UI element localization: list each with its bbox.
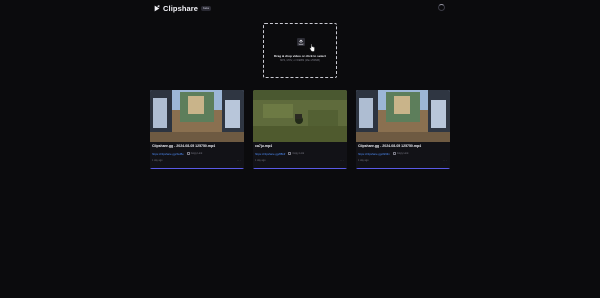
copy-link-label: Copy Link [190,152,203,155]
upload-icon [297,38,305,46]
copy-link-label: Copy Link [396,152,409,155]
video-thumbnail[interactable] [253,90,347,142]
more-options-icon[interactable]: ··· [340,158,344,162]
link-row: https://clipshare.gg/4wf8e Copy Link [152,151,202,156]
video-link[interactable]: https://clipshare.gg/88kfr [255,152,285,156]
video-card[interactable]: Clipshare.gg - 2024-08-05 125750.mp4 htt… [150,90,244,169]
copy-icon [392,152,396,155]
copy-link-button[interactable]: Copy Link [186,152,203,155]
copy-link-button[interactable]: Copy Link [288,152,304,155]
video-link[interactable]: https://clipshare.gg/2k9fm [358,152,390,156]
card-accent-line [150,168,244,169]
video-title: ca7ju.mp4 [255,144,273,148]
video-age: 1 day ago [152,159,163,162]
video-thumbnail[interactable] [150,90,244,142]
app-name: Clipshare [163,4,199,13]
video-thumbnail[interactable] [356,90,450,142]
video-title: Clipshare.gg - 2024-08-05 125750.mp4 [152,144,216,148]
upload-title: Drag & drop video or click to select [274,54,326,58]
hand-cursor-icon [309,44,315,52]
copy-link-label: Copy Link [292,152,305,155]
video-age: 1 day ago [255,159,266,162]
link-row: https://clipshare.gg/2k9fm Copy Link [358,151,408,156]
video-link[interactable]: https://clipshare.gg/4wf8e [152,152,184,156]
card-accent-line [356,168,450,169]
clipshare-logo-icon [154,5,160,12]
copy-link-button[interactable]: Copy Link [392,152,409,155]
loading-spinner-icon [438,4,445,11]
upload-dropzone[interactable]: Drag & drop video or click to select MP4… [263,23,337,78]
beta-badge: beta [201,6,211,11]
video-card[interactable]: Clipshare.gg - 2024-08-05 125750.mp4 htt… [356,90,450,169]
more-options-icon[interactable]: ··· [443,158,447,162]
video-title: Clipshare.gg - 2024-08-05 125750.mp4 [358,144,422,148]
link-row: https://clipshare.gg/88kfr Copy Link [255,151,304,156]
top-header: Clipshare beta [0,0,600,18]
copy-icon [186,152,190,155]
more-options-icon[interactable]: ··· [237,158,241,162]
video-card[interactable]: ca7ju.mp4 https://clipshare.gg/88kfr Cop… [253,90,347,169]
card-accent-line [253,168,347,169]
upload-subtitle: MP4, MOV, or WEBM (Max 250MB) [280,59,320,62]
video-age: 1 day ago [358,159,369,162]
copy-icon [288,152,292,155]
brand[interactable]: Clipshare beta [154,3,211,14]
